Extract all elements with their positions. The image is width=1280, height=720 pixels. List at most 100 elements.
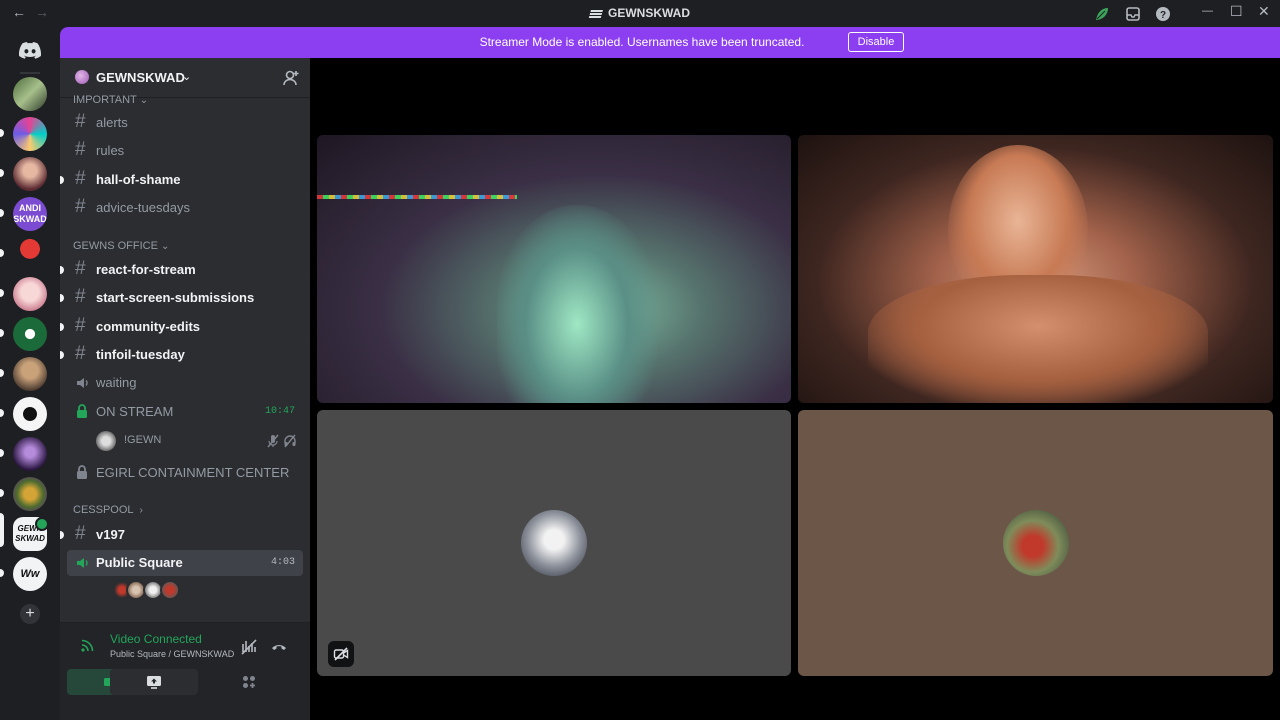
channel-label: ON STREAM xyxy=(96,404,174,419)
leaf-icon[interactable] xyxy=(1094,6,1110,22)
unread-indicator xyxy=(60,176,64,184)
person-silhouette xyxy=(497,205,657,403)
server-icon-mushroom[interactable] xyxy=(13,237,47,271)
video-tile-4[interactable] xyxy=(798,410,1273,676)
channel-start-screen-submissions[interactable]: # start-screen-submissions xyxy=(67,285,303,311)
disconnect-icon[interactable] xyxy=(270,638,288,656)
banner-message: Streamer Mode is enabled. Usernames have… xyxy=(479,35,805,49)
video-tile-2[interactable] xyxy=(798,135,1273,403)
deafened-icon xyxy=(284,434,296,448)
channel-label: hall-of-shame xyxy=(96,172,181,187)
discord-home-button[interactable] xyxy=(13,33,47,67)
channel-advice-tuesdays[interactable]: # advice-tuesdays xyxy=(67,195,303,221)
string-lights xyxy=(317,195,517,199)
help-icon[interactable]: ? xyxy=(1155,6,1171,22)
server-icon-13[interactable]: Ww xyxy=(13,557,47,591)
server-icon-2[interactable] xyxy=(13,117,47,151)
window-title-text: GEWNSKWAD xyxy=(608,6,690,20)
voice-active-badge xyxy=(35,517,49,531)
shoulders xyxy=(868,275,1208,403)
video-tile-3[interactable] xyxy=(317,410,791,676)
server-icon-andi-skwad[interactable]: ANDI SKWAD xyxy=(13,197,47,231)
disable-streamer-mode-button[interactable]: Disable xyxy=(848,32,904,52)
category-label: IMPORTANT xyxy=(73,94,137,106)
voice-channel-waiting[interactable]: waiting xyxy=(67,370,303,396)
maximize-icon[interactable]: ☐ xyxy=(1230,3,1243,20)
channel-react-for-stream[interactable]: # react-for-stream xyxy=(67,257,303,283)
add-server-icon[interactable]: + xyxy=(20,604,40,624)
hashtag-icon: # xyxy=(75,315,86,336)
rail-divider xyxy=(20,72,40,74)
channel-rules[interactable]: # rules xyxy=(67,138,303,164)
screen-share-button[interactable] xyxy=(110,669,198,695)
server-icon-6[interactable] xyxy=(13,277,47,311)
channel-label: alerts xyxy=(96,115,128,130)
category-gewns-office[interactable]: GEWNS OFFICE ⌄ xyxy=(73,240,169,252)
voice-channel-on-stream[interactable]: ON STREAM 10:47 xyxy=(67,399,303,425)
channel-community-edits[interactable]: # community-edits xyxy=(67,314,303,340)
avatar xyxy=(521,510,587,576)
server-icon-3[interactable] xyxy=(13,157,47,191)
selected-server-indicator xyxy=(0,513,4,547)
server-icon-10[interactable] xyxy=(13,437,47,471)
voice-channel-egirl-containment-center[interactable]: EGIRL CONTAINMENT CENTER xyxy=(67,460,303,486)
unread-indicator xyxy=(0,369,4,377)
minimize-icon[interactable]: — xyxy=(1202,5,1213,17)
category-important[interactable]: IMPORTANT ⌄ xyxy=(73,94,148,106)
hashtag-icon: # xyxy=(75,286,86,307)
voice-location: Public Square / GEWNSKWAD xyxy=(110,649,235,659)
server-icon-1[interactable] xyxy=(13,77,47,111)
avatar xyxy=(1002,510,1069,576)
server-icon-11[interactable] xyxy=(13,477,47,511)
category-cesspool[interactable]: CESSPOOL › xyxy=(73,504,143,516)
unread-indicator xyxy=(60,351,64,359)
hashtag-icon: # xyxy=(75,111,86,132)
voice-member-name: !GEWN xyxy=(124,434,162,446)
video-stage xyxy=(310,58,1280,720)
unread-indicator xyxy=(0,129,4,137)
add-member-icon[interactable] xyxy=(282,69,300,87)
call-duration: 4:03 xyxy=(270,557,295,568)
inbox-icon[interactable] xyxy=(1125,6,1141,22)
category-label: GEWNS OFFICE xyxy=(73,240,158,252)
screen-share-icon xyxy=(147,676,161,689)
signal-strength-icon[interactable] xyxy=(80,637,96,653)
unread-indicator xyxy=(60,323,64,331)
server-header[interactable]: GEWNSKWAD ⌄ xyxy=(60,58,310,98)
channel-label: community-edits xyxy=(96,319,201,334)
video-off-icon xyxy=(333,647,349,661)
activities-icon xyxy=(243,676,255,688)
hashtag-icon: # xyxy=(75,523,86,544)
avatar xyxy=(160,580,180,600)
channel-v197[interactable]: # v197 xyxy=(67,522,303,548)
voice-connection-panel: Video Connected Public Square / GEWNSKWA… xyxy=(60,622,310,720)
chevron-down-icon: ⌄ xyxy=(160,241,170,252)
unread-indicator xyxy=(0,209,4,217)
channel-label: v197 xyxy=(96,527,125,542)
channel-hall-of-shame[interactable]: # hall-of-shame xyxy=(67,167,303,193)
channel-alerts[interactable]: # alerts xyxy=(67,110,303,136)
window-close-icon[interactable]: ✕ xyxy=(1258,3,1270,20)
unread-indicator xyxy=(60,266,64,274)
channel-label: Public Square xyxy=(96,555,183,570)
hashtag-icon: # xyxy=(75,196,86,217)
server-icon-7[interactable] xyxy=(13,317,47,351)
hashtag-icon: # xyxy=(75,168,86,189)
voice-status[interactable]: Video Connected xyxy=(110,632,202,646)
speaker-icon xyxy=(77,558,88,568)
avatar xyxy=(96,431,116,451)
noise-suppression-icon[interactable] xyxy=(240,638,258,656)
voice-member[interactable]: !GEWN xyxy=(96,430,296,452)
unread-indicator xyxy=(60,531,64,539)
unread-indicator xyxy=(60,294,64,302)
server-icon-9[interactable] xyxy=(13,397,47,431)
unread-indicator xyxy=(0,409,4,417)
video-tile-1[interactable] xyxy=(317,135,791,403)
channel-tinfoil-tuesday[interactable]: # tinfoil-tuesday xyxy=(67,342,303,368)
voice-channel-public-square[interactable]: Public Square 4:03 xyxy=(67,550,303,576)
activities-button[interactable] xyxy=(205,669,293,695)
streamer-mode-banner: Streamer Mode is enabled. Usernames have… xyxy=(60,27,1280,58)
voice-participants[interactable] xyxy=(112,580,232,600)
server-icon-8[interactable] xyxy=(13,357,47,391)
unread-indicator xyxy=(0,489,4,497)
